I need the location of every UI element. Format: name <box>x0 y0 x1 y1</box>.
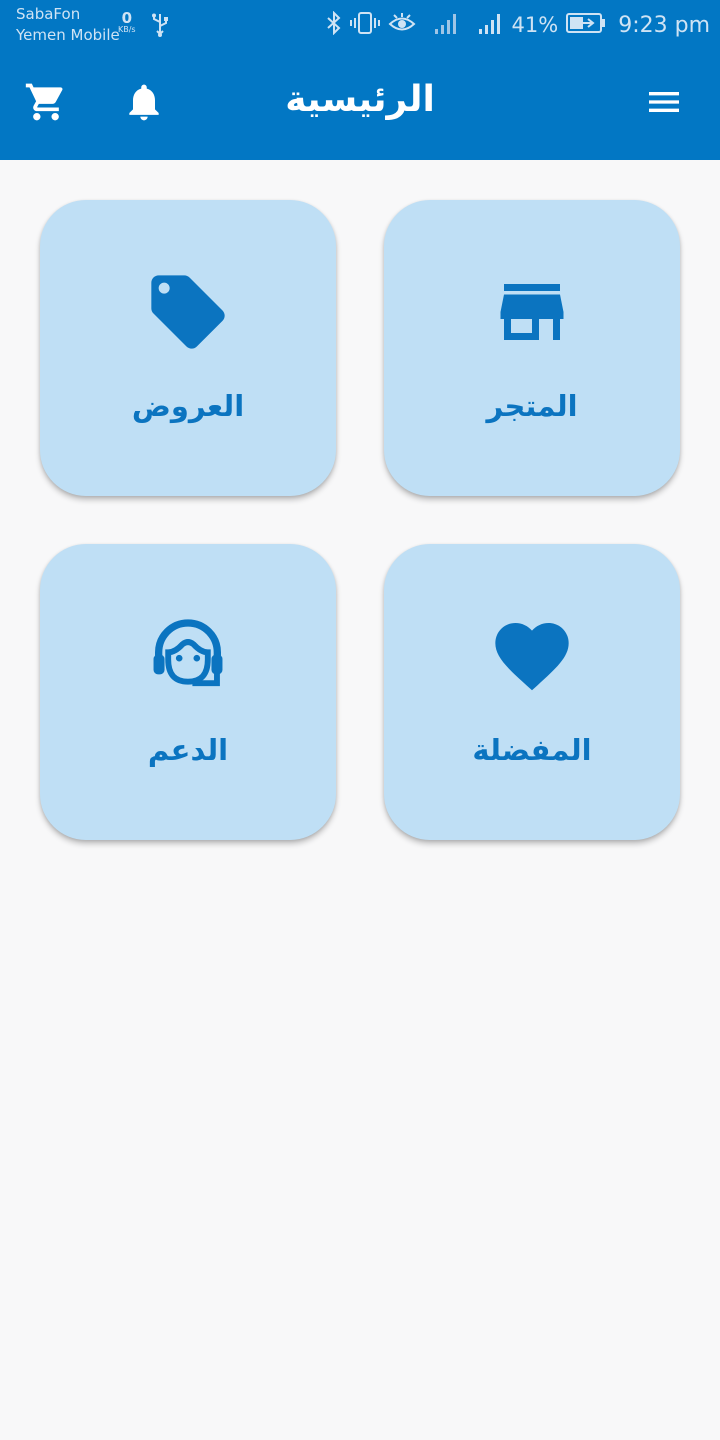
status-icons: 41% 9:23 pm <box>326 10 710 40</box>
signal-icon-1 <box>434 11 460 39</box>
eye-icon <box>388 11 416 39</box>
tile-store[interactable]: المتجر <box>384 200 680 496</box>
network-speed: 0 KB/s <box>118 10 136 34</box>
tile-offers[interactable]: العروض <box>40 200 336 496</box>
tag-icon <box>144 268 232 356</box>
app-bar: الرئيسية <box>0 52 720 160</box>
heart-icon <box>488 612 576 700</box>
carrier-name-1: SabaFon <box>16 5 81 23</box>
tile-support[interactable]: الدعم <box>40 544 336 840</box>
usb-icon <box>150 12 170 42</box>
vibrate-icon <box>349 11 380 39</box>
signal-icon-2 <box>478 11 504 39</box>
battery-percent: 41% <box>511 13 559 37</box>
menu-icon <box>644 82 684 126</box>
menu-button[interactable] <box>640 80 688 128</box>
tile-label-offers: العروض <box>131 389 245 423</box>
store-icon <box>488 268 576 356</box>
battery-icon <box>566 12 606 38</box>
carrier-name-2: Yemen Mobile <box>16 26 120 44</box>
tile-label-support: الدعم <box>147 733 229 767</box>
network-speed-unit: KB/s <box>118 25 136 34</box>
status-bar: SabaFon Yemen Mobile 0 KB/s 41% 9:23 pm <box>0 0 720 52</box>
support-agent-icon <box>144 612 232 700</box>
carrier-info: SabaFon Yemen Mobile <box>16 4 120 46</box>
bluetooth-icon <box>326 10 342 39</box>
tile-label-store: المتجر <box>486 389 578 423</box>
clock: 9:23 pm <box>618 12 710 38</box>
network-speed-value: 0 <box>121 9 133 27</box>
page-title: الرئيسية <box>285 79 435 120</box>
tile-favorites[interactable]: المفضلة <box>384 544 680 840</box>
tile-label-favorites: المفضلة <box>472 733 592 767</box>
